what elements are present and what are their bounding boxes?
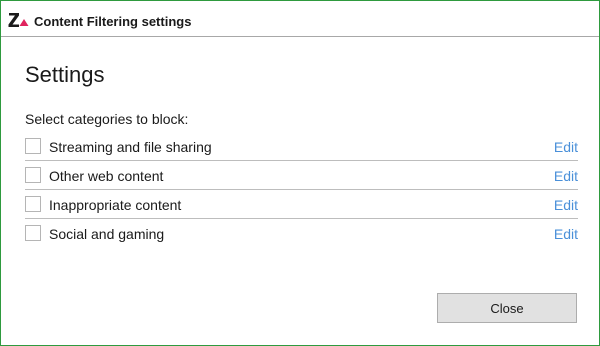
category-checkbox-social-gaming[interactable] — [25, 225, 41, 241]
category-row-inappropriate: Inappropriate content Edit — [25, 190, 578, 219]
category-row-social-gaming: Social and gaming Edit — [25, 219, 578, 248]
category-label-social-gaming: Social and gaming — [49, 226, 165, 242]
window-title: Content Filtering settings — [34, 14, 192, 29]
close-button[interactable]: Close — [437, 293, 577, 323]
title-bar: Content Filtering settings — [1, 1, 599, 37]
edit-link-inappropriate[interactable]: Edit — [554, 196, 578, 214]
category-checkbox-inappropriate[interactable] — [25, 196, 41, 212]
category-checkbox-streaming[interactable] — [25, 138, 41, 154]
edit-link-streaming[interactable]: Edit — [554, 138, 578, 156]
settings-window: Content Filtering settings Settings Sele… — [0, 0, 600, 346]
category-label-inappropriate: Inappropriate content — [49, 197, 182, 213]
category-row-streaming: Streaming and file sharing Edit — [25, 132, 578, 161]
zonealarm-logo-icon — [8, 12, 30, 28]
category-checkbox-other-web[interactable] — [25, 167, 41, 183]
edit-link-other-web[interactable]: Edit — [554, 167, 578, 185]
categories-instruction: Select categories to block: — [25, 111, 189, 127]
page-title: Settings — [25, 62, 105, 87]
edit-link-social-gaming[interactable]: Edit — [554, 225, 578, 243]
category-label-streaming: Streaming and file sharing — [49, 139, 212, 155]
category-label-other-web: Other web content — [49, 168, 164, 184]
category-row-other-web: Other web content Edit — [25, 161, 578, 190]
